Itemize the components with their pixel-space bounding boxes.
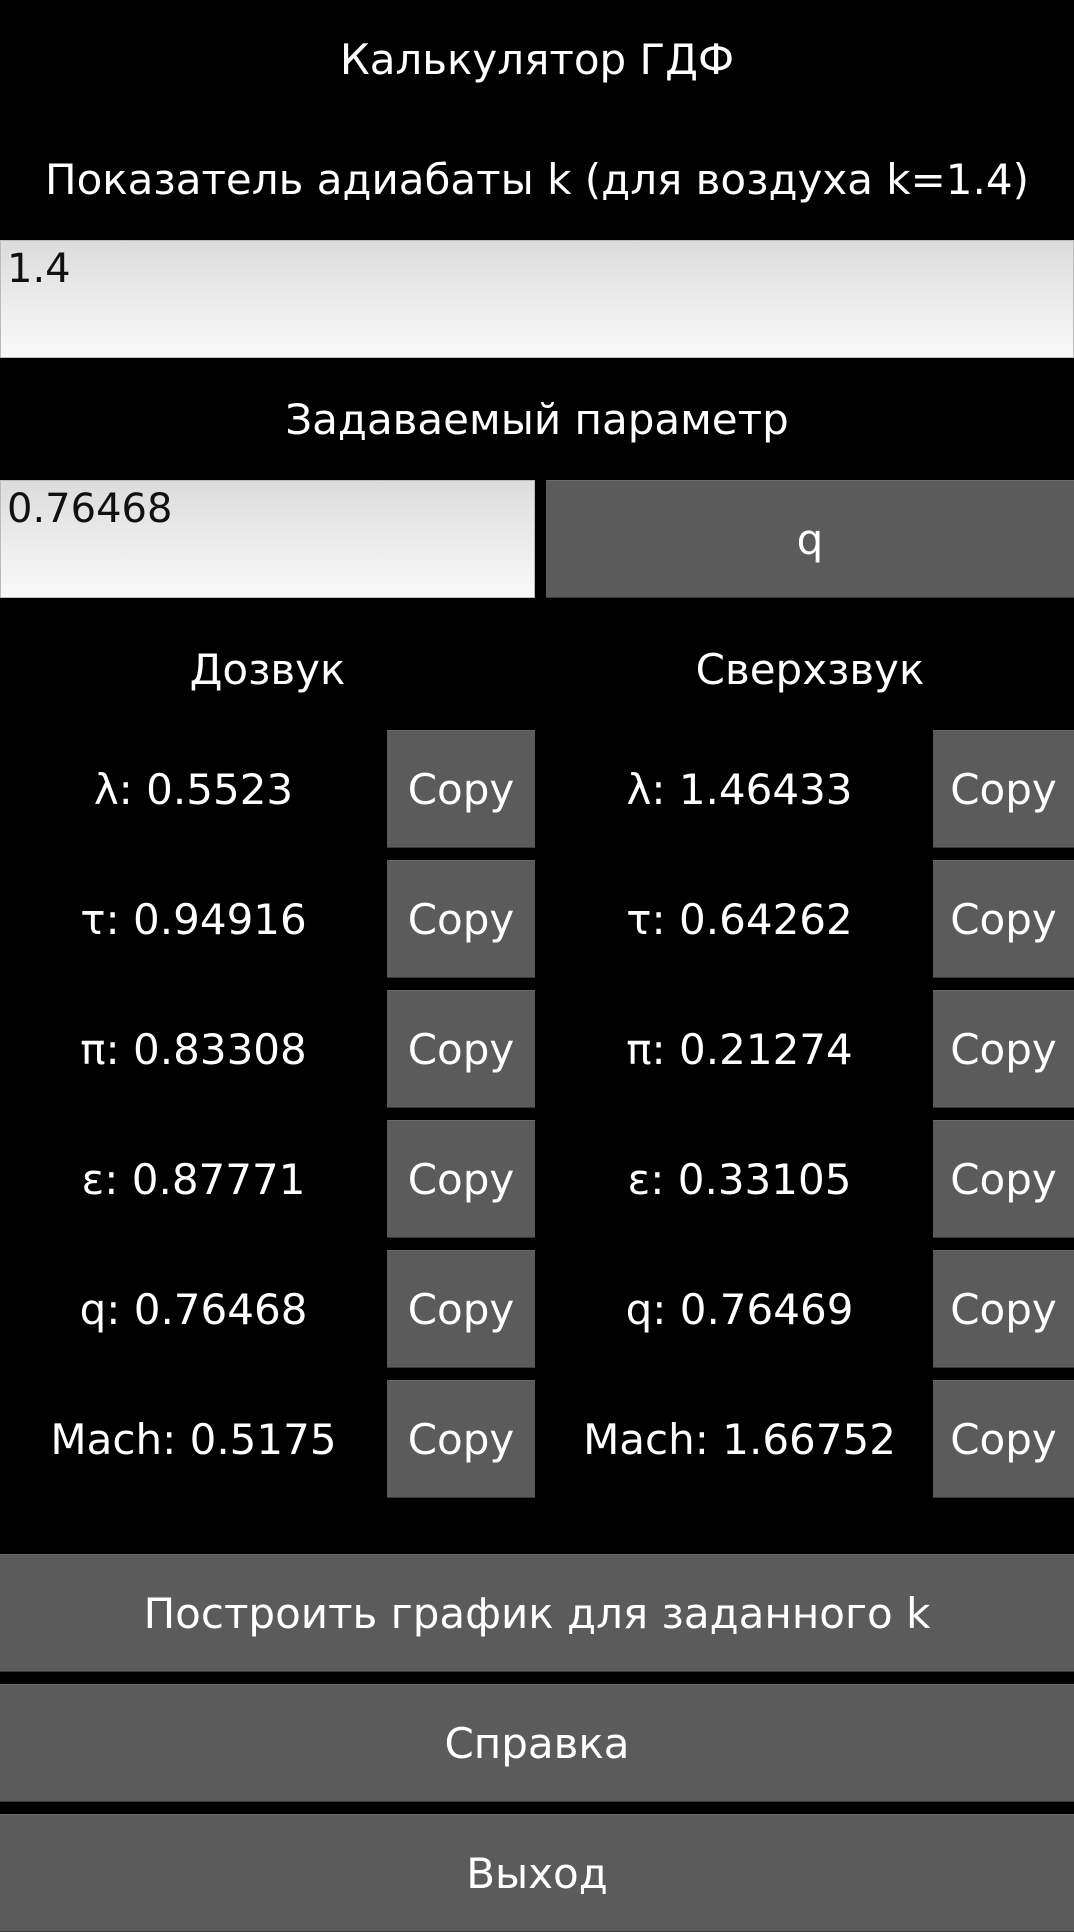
exit-button[interactable]: Выход bbox=[0, 1814, 1074, 1932]
k-input[interactable]: 1.4 bbox=[0, 240, 1074, 358]
supersonic-copy-button[interactable]: Copy bbox=[933, 860, 1074, 978]
subsonic-copy-button[interactable]: Copy bbox=[387, 990, 535, 1108]
subsonic-value: q: 0.76468 bbox=[79, 1284, 308, 1334]
subsonic-copy-button[interactable]: Copy bbox=[387, 1250, 535, 1368]
supersonic-copy-button[interactable]: Copy bbox=[933, 1380, 1074, 1498]
subsonic-copy-button[interactable]: Copy bbox=[387, 1120, 535, 1238]
supersonic-value: λ: 1.46433 bbox=[626, 764, 853, 814]
subsonic-value: λ: 0.5523 bbox=[93, 764, 294, 814]
supersonic-copy-button[interactable]: Copy bbox=[933, 1120, 1074, 1238]
subsonic-copy-button[interactable]: Copy bbox=[387, 860, 535, 978]
supersonic-copy-button[interactable]: Copy bbox=[933, 990, 1074, 1108]
supersonic-value: q: 0.76469 bbox=[625, 1284, 854, 1334]
plot-button[interactable]: Построить график для заданного k bbox=[0, 1554, 1074, 1672]
subsonic-value: τ: 0.94916 bbox=[80, 894, 307, 944]
supersonic-value: τ: 0.64262 bbox=[626, 894, 853, 944]
supersonic-value: Mach: 1.66752 bbox=[583, 1414, 896, 1464]
subsonic-copy-button[interactable]: Copy bbox=[387, 1380, 535, 1498]
subsonic-value: ε: 0.87771 bbox=[81, 1154, 306, 1204]
supersonic-value: π: 0.21274 bbox=[626, 1024, 853, 1074]
param-input[interactable]: 0.76468 bbox=[0, 480, 535, 598]
subsonic-value: π: 0.83308 bbox=[80, 1024, 307, 1074]
help-button[interactable]: Справка bbox=[0, 1684, 1074, 1802]
supersonic-value: ε: 0.33105 bbox=[627, 1154, 852, 1204]
subsonic-value: Mach: 0.5175 bbox=[50, 1414, 337, 1464]
supersonic-copy-button[interactable]: Copy bbox=[933, 730, 1074, 848]
subsonic-header: Дозвук bbox=[189, 645, 346, 694]
supersonic-copy-button[interactable]: Copy bbox=[933, 1250, 1074, 1368]
k-label: Показатель адиабаты k (для воздуха k=1.4… bbox=[44, 155, 1029, 204]
subsonic-copy-button[interactable]: Copy bbox=[387, 730, 535, 848]
param-type-button[interactable]: q bbox=[546, 480, 1074, 598]
app-title: Калькулятор ГДФ bbox=[339, 35, 735, 84]
param-label: Задаваемый параметр bbox=[285, 395, 789, 444]
supersonic-header: Сверхзвук bbox=[695, 645, 925, 694]
